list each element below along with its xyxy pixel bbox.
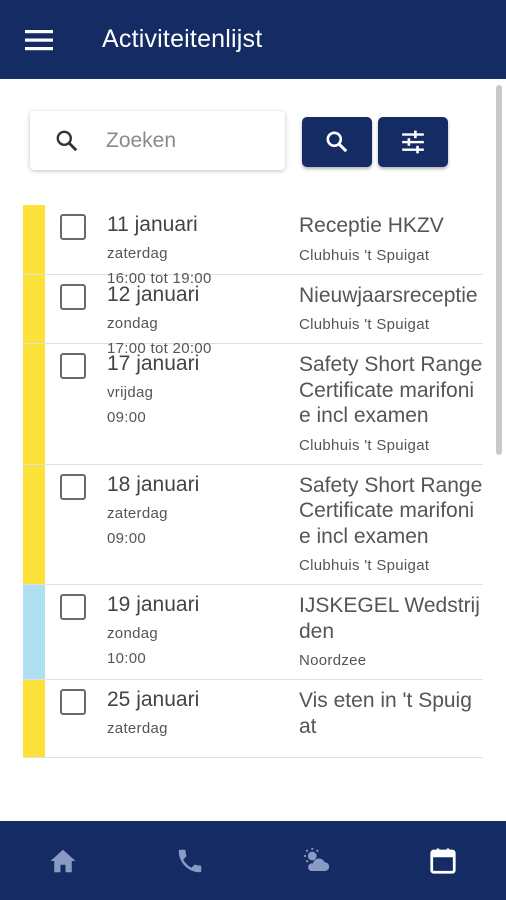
category-stripe <box>23 344 45 464</box>
search-box <box>30 111 285 170</box>
category-stripe <box>23 205 45 274</box>
scrollbar[interactable] <box>496 85 502 455</box>
activity-location: Clubhuis 't Spuigat <box>299 316 430 333</box>
nav-home[interactable] <box>0 821 127 900</box>
nav-phone[interactable] <box>127 821 254 900</box>
activity-day: zondag <box>107 625 159 642</box>
phone-icon <box>178 849 201 872</box>
activity-title: IJSKEGEL Wedstrijden <box>299 594 480 643</box>
activity-time: 09:00 <box>107 529 147 547</box>
activity-checkbox[interactable] <box>60 283 86 310</box>
category-stripe <box>23 680 45 757</box>
activity-title: Receptie HKZV <box>299 214 444 237</box>
activity-title: Safety Short Range Certificate marifonie… <box>299 353 483 427</box>
activity-list: 11 januari zaterdag 16:00 tot 19:00 Recepti… <box>23 205 483 758</box>
activity-datetime: 18 januari zaterdag 09:00 <box>107 473 292 547</box>
activity-details: Vis eten in 't Spuigat <box>299 680 483 757</box>
activity-title: Safety Short Range Certificate marifonie… <box>299 473 483 548</box>
activity-date: 11 januari <box>107 213 198 236</box>
activity-title: Vis eten in 't Spuigat <box>299 689 472 738</box>
search-button[interactable] <box>302 117 372 167</box>
bottom-navigation <box>0 821 506 900</box>
category-stripe <box>23 274 45 343</box>
app-bar: Activiteitenlijst <box>0 0 506 79</box>
home-icon <box>50 849 76 872</box>
hamburger-icon <box>25 29 53 50</box>
activity-checkbox[interactable] <box>60 473 86 500</box>
activity-row[interactable]: 12 januari zondag 17:00 tot 20:00 Nieuwjaar… <box>23 274 483 357</box>
activity-checkbox[interactable] <box>60 214 86 240</box>
main-content[interactable]: 11 januarizaterdag16:00 tot 19:00Recepti… <box>0 79 506 821</box>
activity-details: Safety Short Range Certificate marifonie… <box>299 344 483 464</box>
nav-weather[interactable] <box>253 821 380 900</box>
activity-location: Noordzee <box>299 652 367 669</box>
activity-checkbox[interactable] <box>60 689 86 715</box>
activity-date: 18 januari <box>107 472 200 496</box>
activity-location: Clubhuis 't Spuigat <box>299 436 430 454</box>
activity-row[interactable]: 17 januari vrijdag 09:00 Safety Short Range… <box>23 344 483 465</box>
activity-time: 10:00 <box>107 650 147 667</box>
search-input[interactable] <box>106 128 266 153</box>
activity-day: vrijdag <box>107 384 154 401</box>
activity-date: 25 januari <box>107 688 200 711</box>
activity-datetime: 25 januari zaterdag <box>107 688 292 745</box>
activity-date: 17 januari <box>107 352 200 375</box>
activity-date: 12 januari <box>107 282 200 306</box>
activity-row[interactable]: 18 januari zaterdag 09:00 Safety Short Rang… <box>23 464 483 585</box>
search-icon <box>56 130 78 151</box>
nav-calendar[interactable] <box>380 821 506 900</box>
activity-day: zaterdag <box>107 504 168 522</box>
activity-datetime: 19 januari zondag 10:00 <box>107 593 292 667</box>
activity-row[interactable]: 25 januari zaterdag Vis eten in 't Spuigat <box>23 680 483 758</box>
activity-time: 09:00 <box>107 409 147 426</box>
menu-button[interactable] <box>0 0 80 79</box>
activity-datetime: 17 januari vrijdag 09:00 <box>107 352 292 426</box>
activity-checkbox[interactable] <box>60 594 86 620</box>
filter-button[interactable] <box>378 117 448 167</box>
activity-day: zondag <box>107 314 159 332</box>
activity-location: Clubhuis 't Spuigat <box>299 246 430 264</box>
search-icon <box>326 131 348 153</box>
activity-day: zaterdag <box>107 720 168 737</box>
activity-date: 19 januari <box>107 593 200 616</box>
category-stripe <box>23 464 45 584</box>
activity-checkbox[interactable] <box>60 353 86 379</box>
tune-icon <box>402 130 424 154</box>
page-title: Activiteitenlijst <box>102 25 263 53</box>
activity-details: Safety Short Range Certificate marifonie… <box>299 465 483 585</box>
activity-details: Nieuwjaarsreceptie Clubhuis 't Spuigat <box>299 275 483 344</box>
weather-icon <box>304 847 330 871</box>
activity-day: zaterdag <box>107 245 168 262</box>
activity-title: Nieuwjaarsreceptie <box>299 283 478 307</box>
activity-row[interactable]: 19 januari zondag 10:00 IJSKEGEL Wedstrijde… <box>23 585 483 680</box>
activity-details: IJSKEGEL Wedstrijden Noordzee <box>299 585 483 679</box>
calendar-icon <box>430 848 456 874</box>
category-stripe <box>23 585 45 679</box>
activity-row[interactable]: 11 januari zaterdag 16:00 tot 19:00 Recepti… <box>23 205 483 287</box>
activity-details: Receptie HKZV Clubhuis 't Spuigat <box>299 205 483 274</box>
activity-location: Clubhuis 't Spuigat <box>299 557 430 574</box>
